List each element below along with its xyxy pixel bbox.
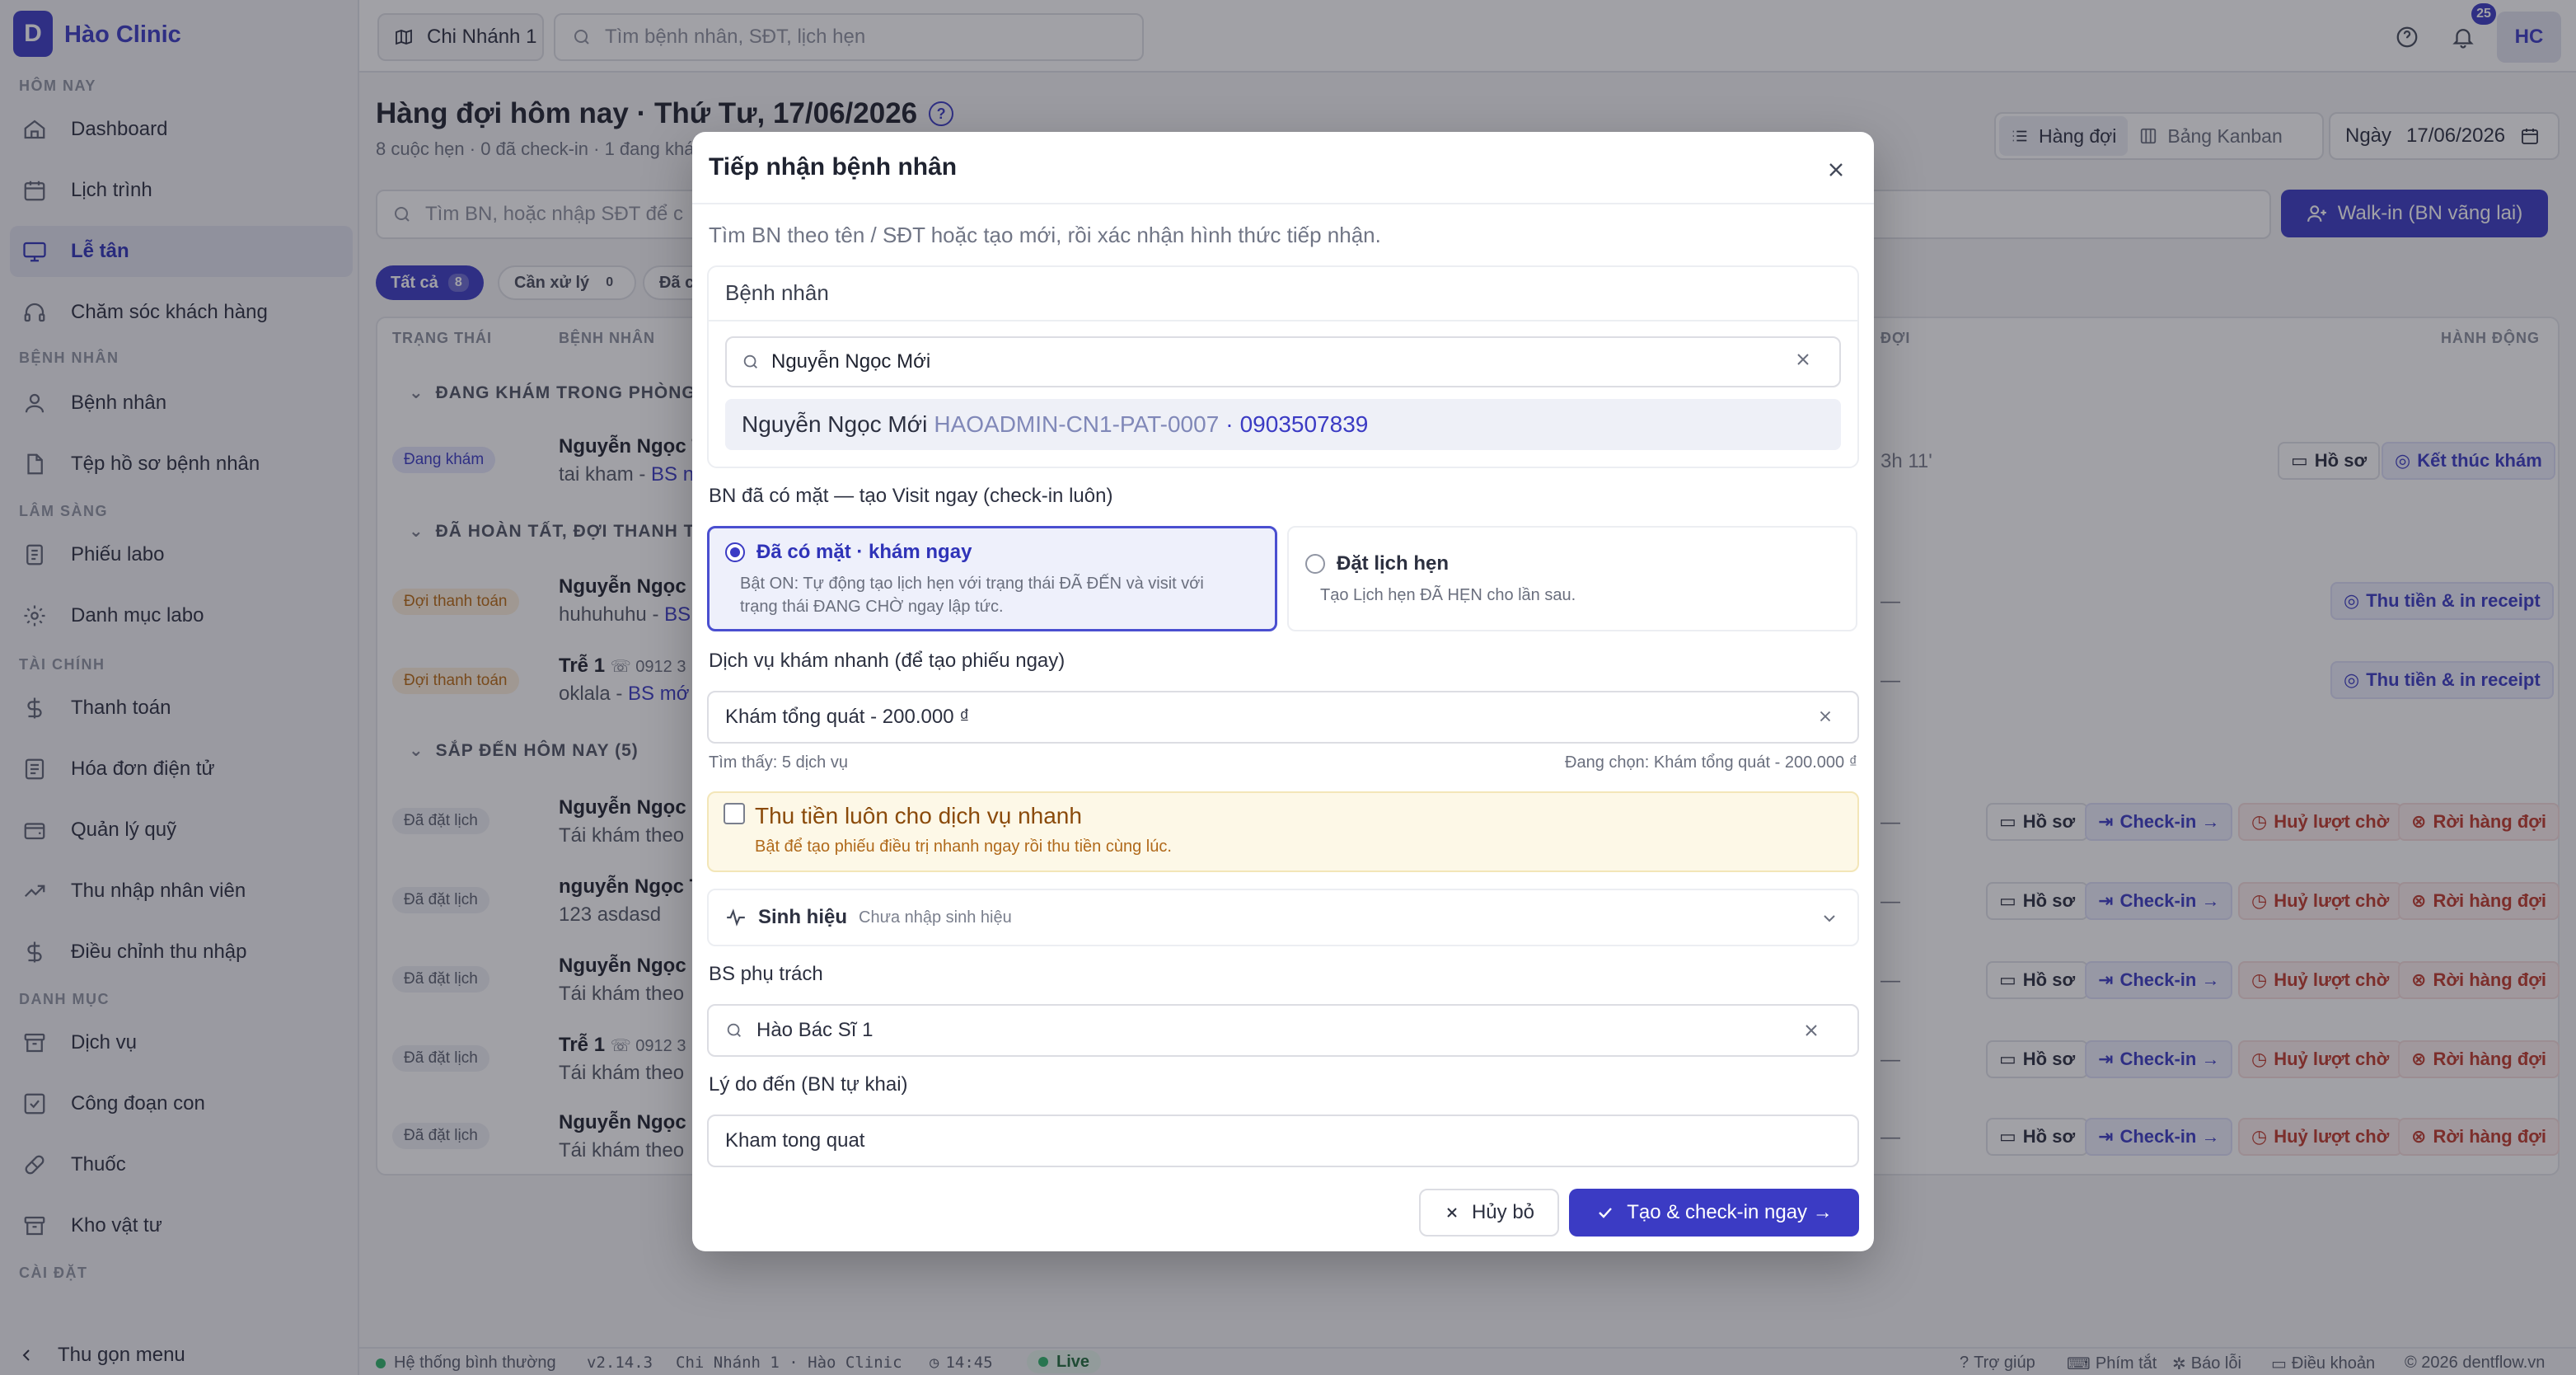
check-icon <box>1595 1203 1615 1222</box>
result-name: Nguyễn Ngọc Mới <box>742 411 928 437</box>
reason-input[interactable]: Kham tong quat <box>707 1115 1859 1167</box>
cancel-label: Hủy bỏ <box>1471 1201 1535 1223</box>
radio-book-appointment[interactable] <box>1305 554 1325 574</box>
pay-now-checkbox[interactable] <box>724 803 745 824</box>
close-icon[interactable] <box>1821 155 1851 185</box>
doctor-select[interactable]: Hào Bác Sĩ 1 <box>707 1004 1859 1057</box>
result-phone: 0903507839 <box>1239 411 1369 437</box>
patient-section-title: Bệnh nhân <box>725 280 829 305</box>
pulse-icon <box>725 907 747 928</box>
quick-service-label: Dịch vụ khám nhanh (để tạo phiếu ngay) <box>709 650 1066 672</box>
clear-icon[interactable] <box>1816 707 1834 725</box>
search-icon <box>742 353 760 371</box>
create-checkin-button[interactable]: Tạo & check-in ngay → <box>1569 1189 1859 1237</box>
option-title: Đặt lịch hẹn <box>1337 552 1450 575</box>
modal-title: Tiếp nhận bệnh nhân <box>709 153 958 181</box>
modal-description: Tìm BN theo tên / SĐT hoặc tạo mới, rồi … <box>709 223 1381 247</box>
reason-value: Kham tong quat <box>725 1129 865 1152</box>
divider <box>709 320 1857 321</box>
doctor-label: BS phụ trách <box>709 963 823 985</box>
reason-label: Lý do đến (BN tự khai) <box>709 1073 908 1096</box>
intake-mode-label: BN đã có mặt — tạo Visit ngay (check-in … <box>709 485 1113 507</box>
result-code: HAOADMIN-CN1-PAT-0007 <box>934 411 1220 437</box>
chevron-down-icon <box>1820 908 1839 928</box>
quick-service-select[interactable]: Khám tổng quát - 200.000 ₫ <box>707 691 1859 744</box>
patient-search-result[interactable]: Nguyễn Ngọc Mới HAOADMIN-CN1-PAT-0007 · 090… <box>725 399 1841 450</box>
close-icon <box>1444 1204 1460 1221</box>
service-found-count: Tìm thấy: 5 dịch vụ <box>709 753 848 772</box>
service-selected-info: Đang chọn: Khám tổng quát - 200.000 ₫ <box>1565 753 1857 772</box>
radio-present-now[interactable] <box>725 542 745 562</box>
cancel-button[interactable]: Hủy bỏ <box>1419 1189 1559 1237</box>
clear-icon[interactable] <box>1801 1021 1821 1040</box>
vitals-status: Chưa nhập sinh hiệu <box>859 908 1012 927</box>
vitals-title: Sinh hiệu <box>758 906 847 928</box>
option-desc: Tạo Lịch hẹn ĐÃ HẸN cho lần sau. <box>1320 586 1576 604</box>
search-icon <box>725 1021 743 1039</box>
doctor-value: Hào Bác Sĩ 1 <box>756 1019 873 1041</box>
divider <box>692 203 1874 204</box>
result-separator: · <box>1225 411 1234 437</box>
option-desc: Bật ON: Tự động tạo lịch hẹn với trạng t… <box>740 575 1204 616</box>
quick-service-value: Khám tổng quát - 200.000 ₫ <box>725 706 970 728</box>
option-title: Đã có mặt · khám ngay <box>756 541 972 563</box>
submit-label: Tạo & check-in ngay → <box>1627 1201 1833 1223</box>
vitals-accordion[interactable]: Sinh hiệu Chưa nhập sinh hiệu <box>707 889 1859 946</box>
patient-search-input[interactable]: Nguyễn Ngọc Mới <box>725 336 1841 387</box>
patient-search-value: Nguyễn Ngọc Mới <box>771 350 931 373</box>
clear-icon[interactable] <box>1793 350 1813 369</box>
pay-now-desc: Bật để tạo phiếu điều trị nhanh ngay rồi… <box>755 838 1172 856</box>
pay-now-title: Thu tiền luôn cho dịch vụ nhanh <box>755 803 1082 828</box>
option-book-appointment[interactable] <box>1287 526 1857 631</box>
